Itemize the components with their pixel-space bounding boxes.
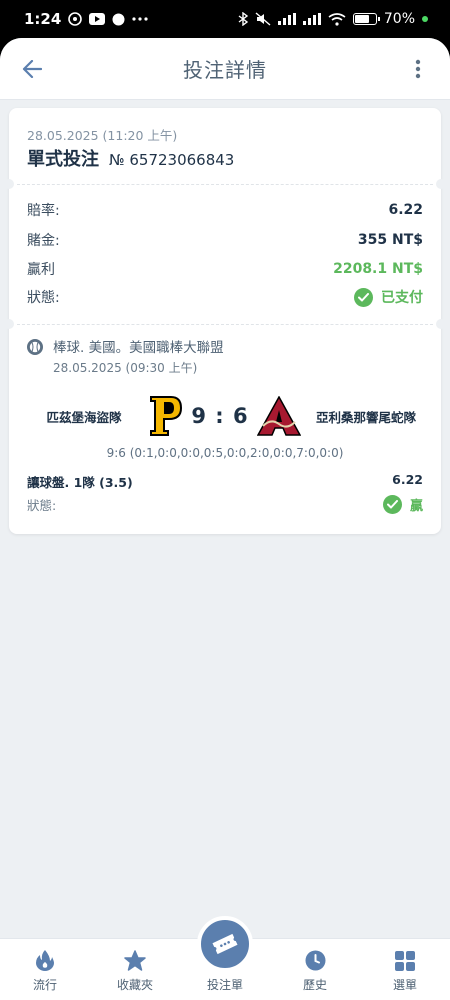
check-circle-icon — [382, 495, 402, 514]
signal-2-icon — [302, 13, 321, 25]
clock-icon — [305, 950, 325, 971]
signal-1-icon — [277, 13, 296, 25]
bet-details-card: 28.05.2025 (11:20 上午) 單式投注 № 65723066843… — [4, 108, 446, 534]
stake-row: 賭金: 355 NT$ — [27, 230, 423, 250]
bet-title-row: 單式投注 № 65723066843 — [27, 145, 234, 171]
star-icon — [124, 950, 146, 971]
nav-label: 歷史 — [302, 978, 327, 992]
baseball-icon — [27, 339, 43, 355]
app-notification-icon — [68, 12, 83, 26]
nav-label: 選單 — [392, 978, 417, 992]
diamondbacks-logo-icon — [256, 396, 301, 436]
bottom-nav: 流行 收藏夾 投注單 歷史 選單 — [0, 916, 450, 1000]
bluetooth-icon — [238, 12, 248, 26]
back-button[interactable] — [18, 55, 46, 83]
battery-level — [354, 15, 369, 23]
ticket-notch — [436, 319, 446, 329]
match-row: 匹茲堡海盜隊 9 : 6 亞利桑那響尾蛇隊 — [19, 394, 431, 438]
flame-icon — [36, 950, 54, 971]
more-notifications-icon — [132, 17, 148, 21]
divider — [17, 324, 433, 325]
check-circle-icon — [354, 287, 373, 307]
nav-label: 收藏夾 — [116, 978, 153, 992]
result-badge: 贏 — [382, 495, 423, 514]
ticket-icon — [212, 933, 238, 955]
grid-icon — [395, 951, 415, 971]
status-bar: 1:24 70% — [0, 0, 450, 38]
odds-value: 6.22 — [388, 202, 423, 218]
status-time: 1:24 — [24, 10, 62, 28]
ticket-notch — [4, 179, 14, 189]
app-screen: 投注詳情 28.05.2025 (11:20 上午) 單式投注 № 657230… — [0, 38, 450, 1000]
youtube-icon — [89, 13, 106, 25]
score-box: 9 : 6 — [149, 395, 301, 437]
selection-status-row: 狀態: 贏 — [27, 495, 423, 514]
win-value: 2208.1 NT$ — [333, 261, 423, 277]
circle-notification-icon — [112, 13, 125, 26]
win-row: 贏利 2208.1 NT$ — [27, 259, 423, 279]
bet-date: 28.05.2025 (11:20 上午) — [27, 128, 178, 143]
nav-menu[interactable]: 選單 — [365, 951, 445, 993]
nav-label: 投注單 — [206, 978, 243, 992]
more-options-button[interactable] — [404, 55, 432, 83]
battery-icon — [352, 13, 380, 25]
ticket-notch — [436, 179, 446, 189]
nav-popular[interactable]: 流行 — [5, 949, 85, 993]
market-row: 讓球盤. 1隊 (3.5) 6.22 — [27, 472, 423, 491]
odds-row: 賠率: 6.22 — [27, 200, 423, 220]
wifi-icon — [328, 12, 346, 26]
battery-percent: 70% — [383, 11, 415, 27]
page-title: 投注詳情 — [183, 58, 267, 82]
mute-icon — [255, 12, 271, 26]
betslip-fab[interactable] — [197, 916, 253, 972]
event-league: 棒球. 美國。美國職棒大聯盟 — [53, 340, 224, 356]
nav-favorites[interactable]: 收藏夾 — [95, 950, 175, 993]
event-date: 28.05.2025 (09:30 上午) — [53, 361, 198, 375]
status-label: 狀態: — [27, 290, 60, 306]
status-value: 已支付 — [381, 290, 423, 306]
market-odds: 6.22 — [392, 472, 423, 487]
kebab-menu-icon — [415, 59, 421, 78]
selection-status-label: 狀態: — [27, 498, 57, 513]
active-dot-icon — [422, 16, 428, 22]
home-team-name: 匹茲堡海盜隊 — [46, 409, 122, 425]
nav-label: 流行 — [32, 978, 57, 992]
app-header: 投注詳情 — [0, 38, 450, 100]
innings-score: 9:6 (0:1,0:0,0:0,0:5,0:0,2:0,0:0,7:0,0:0… — [106, 446, 344, 460]
market-label: 讓球盤. 1隊 (3.5) — [27, 475, 133, 490]
arrow-left-icon — [22, 59, 42, 78]
bet-number: № 65723066843 — [109, 151, 235, 169]
odds-label: 賠率: — [27, 203, 60, 219]
divider — [17, 184, 433, 185]
stake-label: 賭金: — [27, 233, 60, 249]
event-header: 棒球. 美國。美國職棒大聯盟 28.05.2025 (09:30 上午) — [27, 336, 224, 376]
pirates-logo-icon — [150, 396, 183, 436]
away-team-name: 亞利桑那響尾蛇隊 — [315, 409, 416, 425]
bet-type: 單式投注 — [27, 149, 99, 170]
status-badge: 已支付 — [354, 287, 423, 307]
stake-value: 355 NT$ — [357, 232, 423, 248]
match-score: 9 : 6 — [191, 404, 249, 428]
result-value: 贏 — [409, 499, 423, 514]
win-label: 贏利 — [27, 262, 55, 278]
ticket-notch — [4, 319, 14, 329]
status-row: 狀態: 已支付 — [27, 287, 423, 307]
nav-history[interactable]: 歷史 — [275, 950, 355, 993]
